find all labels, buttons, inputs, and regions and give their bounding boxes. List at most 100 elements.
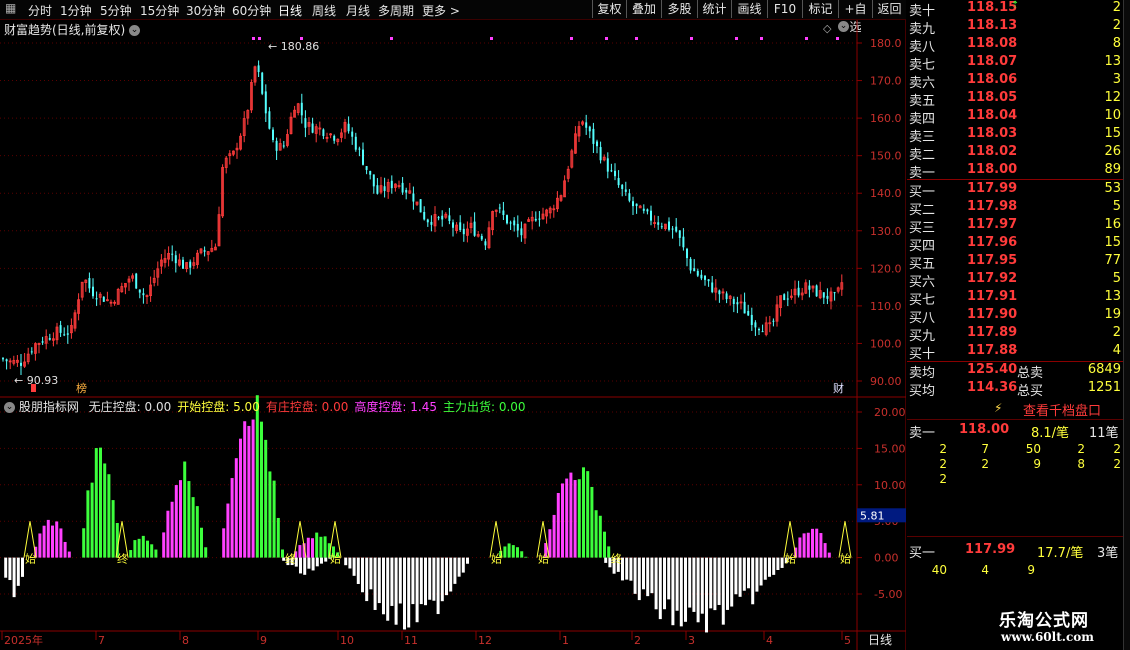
chevron-down-icon[interactable]: ⌄	[838, 21, 849, 32]
period-tab[interactable]: 60分钟	[232, 2, 271, 19]
bid-row[interactable]: 买七 117.91 13	[907, 289, 1123, 308]
view-depth-button[interactable]: 查看千档盘口	[1023, 400, 1101, 419]
indicator-name[interactable]: 股朋指标网	[19, 400, 79, 414]
candle-body	[92, 286, 94, 297]
chevron-down-icon[interactable]: ⌄	[129, 25, 141, 36]
queue-order: 7	[981, 442, 989, 456]
indicator-bar	[590, 486, 594, 558]
order-book: 卖十 118.15 2 卖九 118.13 2 卖八 118.08 8 卖七 118.07 13 卖六 1…	[907, 0, 1123, 399]
avg-label: 卖均	[909, 366, 936, 381]
kline-chart-area[interactable]: 180.0170.0160.0150.0140.0130.0120.0110.0…	[0, 20, 906, 650]
indicator-bar-negative	[344, 557, 348, 566]
toolbar-button[interactable]: 叠加	[626, 0, 661, 18]
queue-order: 2	[939, 472, 947, 486]
candle-body	[30, 351, 33, 353]
period-tab[interactable]: 分时	[28, 2, 52, 19]
candle-body	[786, 298, 789, 300]
toolbar-button[interactable]: 画线	[731, 0, 767, 18]
period-tab[interactable]: 日线	[278, 2, 302, 19]
indicator-value: 高度控盘: 1.45	[354, 400, 437, 414]
indicator-bars	[4, 395, 831, 633]
indicator-bar	[582, 467, 585, 558]
period-tab[interactable]: 15分钟	[140, 2, 179, 19]
candle-body	[635, 203, 638, 207]
candle-body	[754, 322, 757, 328]
indicator-bar-negative	[705, 557, 708, 633]
candle-body	[20, 362, 22, 366]
bid-row[interactable]: 买四 117.96 15	[907, 235, 1123, 254]
indicator-bar-negative	[772, 557, 776, 575]
indicator-bar	[67, 551, 71, 558]
candle-body	[588, 126, 591, 132]
period-tab[interactable]: 1分钟	[60, 2, 92, 19]
ask-row[interactable]: 卖二 118.02 26	[907, 144, 1123, 163]
grid-menu-icon[interactable]: ▦	[5, 1, 16, 15]
event-marker[interactable]	[31, 384, 36, 392]
time-tick-label: 4	[766, 634, 773, 647]
candle-body	[632, 201, 634, 207]
indicator-bar-negative	[398, 557, 402, 604]
bid-row[interactable]: 买二 117.98 5	[907, 199, 1123, 218]
indicator-bar	[63, 541, 67, 558]
indicator-tick-label: 15.00	[874, 442, 906, 455]
ask-row[interactable]: 卖八 118.08 8	[907, 36, 1123, 55]
watermark-url: www.60lt.com	[1001, 630, 1094, 644]
period-tab[interactable]: 多周期	[378, 2, 414, 19]
bid-price: 117.98	[967, 199, 1018, 214]
bid-row[interactable]: 买三 117.97 16	[907, 217, 1123, 236]
indicator-bar-negative	[324, 557, 328, 562]
ask-row[interactable]: 卖六 118.06 3	[907, 72, 1123, 91]
indicator-bar	[268, 471, 272, 558]
bid-row[interactable]: 买六 117.92 5	[907, 271, 1123, 290]
toolbar-button[interactable]: 统计	[697, 0, 731, 18]
bid-volume: 15	[1104, 235, 1121, 250]
side-scroll-strip[interactable]	[1123, 0, 1130, 650]
bid-row[interactable]: 买八 117.90 19	[907, 307, 1123, 326]
signal-dot	[805, 37, 808, 40]
ask-row[interactable]: 卖一 118.00 89	[907, 162, 1123, 181]
ask-row[interactable]: 卖九 118.13 2	[907, 18, 1123, 37]
toolbar-button[interactable]: 返回	[872, 0, 906, 18]
period-tab[interactable]: 月线	[346, 2, 370, 19]
indicator-bar	[315, 532, 319, 558]
queue-order: 4	[981, 563, 989, 577]
toolbar-button[interactable]: 多股	[661, 0, 697, 18]
chevron-down-icon[interactable]: ⌄	[4, 402, 15, 413]
period-tab[interactable]: 更多 >	[422, 2, 460, 19]
candle-body	[833, 292, 836, 294]
ask-row[interactable]: 卖五 118.05 12	[907, 90, 1123, 109]
candle-body	[682, 236, 685, 248]
cai-marker[interactable]: 财	[833, 381, 844, 395]
period-tab[interactable]: 5分钟	[100, 2, 132, 19]
avg-price: 114.36	[967, 380, 1018, 395]
bid-row[interactable]: 买九 117.89 2	[907, 325, 1123, 344]
signal-dot	[300, 37, 303, 40]
bid-volume: 19	[1104, 307, 1121, 322]
diamond-icon[interactable]: ◇	[823, 22, 831, 35]
indicator-bar	[520, 551, 524, 558]
period-tab[interactable]: 周线	[312, 2, 336, 19]
bang-marker[interactable]: 榜	[76, 381, 87, 395]
bid-row[interactable]: 买五 117.95 77	[907, 253, 1123, 272]
candle-body	[311, 123, 314, 133]
indicator-bar-negative	[394, 557, 398, 625]
toolbar-button[interactable]: F10	[767, 0, 802, 18]
period-tab[interactable]: 30分钟	[186, 2, 225, 19]
ask-row[interactable]: 卖三 118.03 15	[907, 126, 1123, 145]
candle-body	[689, 258, 692, 271]
lightning-icon: ⚡	[994, 401, 1003, 415]
candle-body	[63, 334, 66, 336]
toolbar-button[interactable]: 标记	[802, 0, 838, 18]
ask-row[interactable]: 卖四 118.04 10	[907, 108, 1123, 127]
toolbar-button[interactable]: 复权	[592, 0, 626, 18]
candle-body	[66, 333, 69, 335]
candle-body	[423, 211, 426, 220]
ask-row[interactable]: 卖七 118.07 13	[907, 54, 1123, 73]
indicator-bar-negative	[780, 557, 784, 568]
indicator-value: 无庄控盘: 0.00	[88, 400, 172, 414]
sell1-order-count: 11笔	[1089, 426, 1119, 441]
queue-order: 2	[939, 457, 947, 471]
bid-row[interactable]: 买一 117.99 53	[907, 181, 1123, 200]
toolbar-button[interactable]: +自选	[838, 0, 872, 34]
candle-body	[704, 275, 706, 280]
